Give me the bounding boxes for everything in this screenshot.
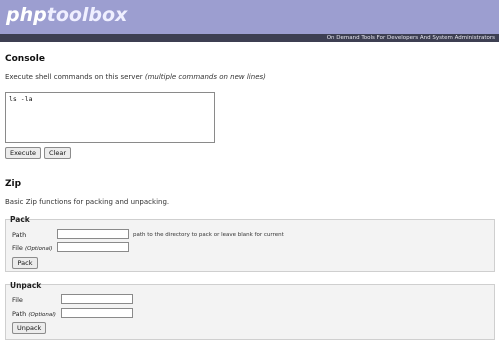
pack-file-label-text: File	[12, 244, 23, 252]
zip-description: Basic Zip functions for packing and unpa…	[5, 198, 170, 206]
pack-file-optional: (Optional)	[24, 246, 53, 252]
pack-button[interactable]: Pack	[12, 257, 38, 269]
clear-button[interactable]: Clear	[44, 147, 71, 159]
unpack-file-label: File	[12, 296, 23, 304]
site-logo[interactable]: phptoolbox	[6, 4, 127, 26]
unpack-path-input[interactable]	[61, 308, 133, 318]
unpack-button[interactable]: Unpack	[12, 322, 46, 334]
unpack-file-input[interactable]	[61, 294, 133, 304]
pack-path-hint: path to the directory to pack or leave b…	[133, 232, 284, 238]
unpack-path-optional: (Optional)	[28, 312, 56, 318]
pack-path-input[interactable]	[57, 229, 129, 239]
console-description: Execute shell commands on this server (m…	[5, 73, 266, 81]
unpack-path-label-text: Path	[12, 310, 27, 318]
tagline: On Demand Tools For Developers And Syste…	[326, 35, 495, 41]
console-description-text: Execute shell commands on this server	[5, 73, 143, 81]
unpack-legend: Unpack	[10, 281, 42, 290]
console-description-note: (multiple commands on new lines)	[144, 73, 266, 81]
logo-php-text: php	[6, 4, 47, 26]
logo-toolbox-text: toolbox	[46, 4, 128, 26]
zip-heading: Zip	[5, 179, 22, 189]
pack-path-label: Path	[12, 231, 27, 239]
pack-legend: Pack	[10, 215, 30, 224]
pack-file-input[interactable]	[57, 242, 129, 252]
pack-file-label: File (Optional)	[12, 244, 53, 252]
header-bar: phptoolbox	[0, 0, 499, 34]
console-heading: Console	[5, 54, 45, 64]
unpack-path-label: Path (Optional)	[12, 310, 56, 318]
execute-button[interactable]: Execute	[5, 147, 41, 159]
console-command-textarea[interactable]: ls -la	[5, 92, 215, 143]
